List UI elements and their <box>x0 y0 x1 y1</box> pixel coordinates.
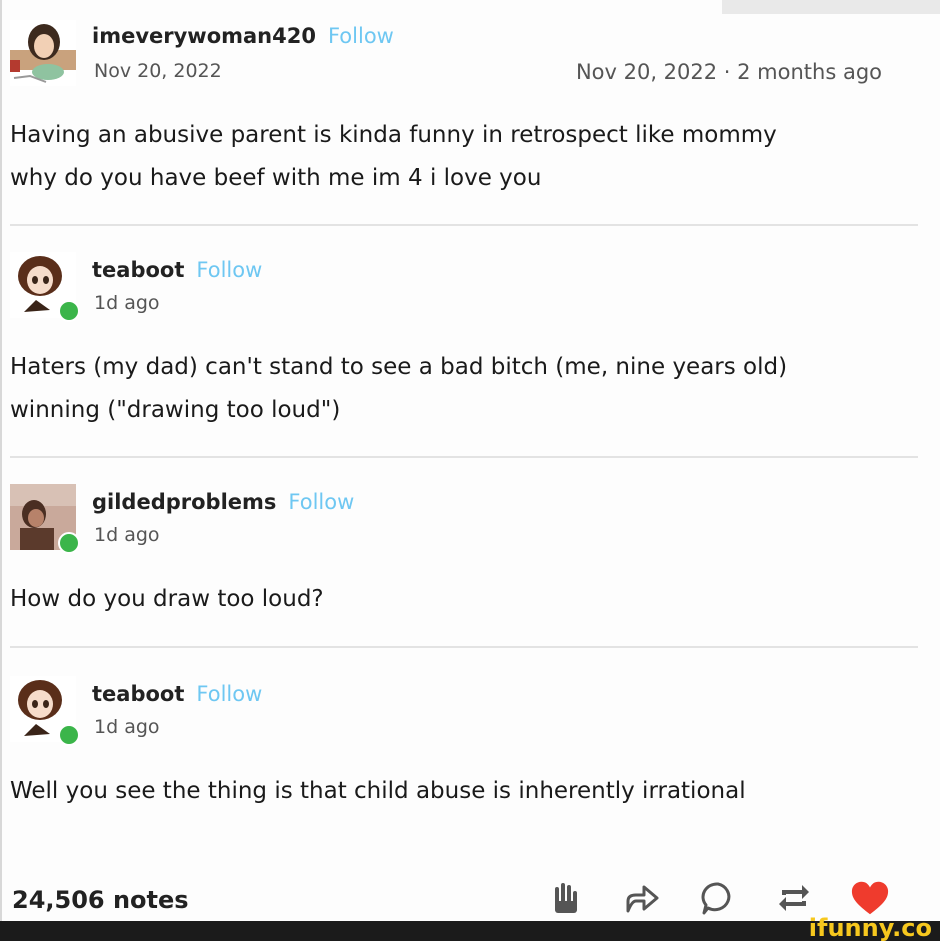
post-body: Well you see the thing is that child abu… <box>8 770 920 813</box>
follow-button[interactable]: Follow <box>196 682 262 706</box>
author-row: imeverywoman420 Follow Nov 20, 2022 Nov 2… <box>8 20 920 100</box>
post-date-right: Nov 20, 2022 · 2 months ago <box>575 60 882 84</box>
username-text[interactable]: teaboot <box>92 258 184 282</box>
online-badge-icon <box>58 300 80 322</box>
post-text-line: Having an abusive parent is kinda funny … <box>10 122 777 148</box>
post-text-line: Haters (my dad) can't stand to see a bad… <box>10 354 788 380</box>
post-body: How do you draw too loud? <box>8 578 920 621</box>
post-text-line: winning ("drawing too loud") <box>10 397 341 423</box>
post-text-line: How do you draw too loud? <box>10 586 324 612</box>
post-text-line: why do you have beef with me im 4 i love… <box>10 165 542 191</box>
avatar-imeverywoman420[interactable] <box>10 20 76 86</box>
watermark-bar <box>0 921 940 941</box>
post-original: imeverywoman420 Follow Nov 20, 2022 Nov 2… <box>8 20 920 200</box>
avatar-gildedproblems[interactable] <box>10 484 80 554</box>
hand-icon[interactable] <box>546 878 586 918</box>
post-text-line: Well you see the thing is that child abu… <box>10 778 746 804</box>
username-text[interactable]: gildedproblems <box>92 490 276 514</box>
share-icon[interactable] <box>622 878 662 918</box>
post-page: imeverywoman420 Follow Nov 20, 2022 Nov 2… <box>0 0 940 921</box>
divider <box>10 456 918 458</box>
author-row: gildedproblems Follow 1d ago <box>8 484 920 564</box>
avatar-teaboot[interactable] <box>10 252 80 322</box>
post-date: 1d ago <box>94 524 160 546</box>
divider <box>10 646 918 648</box>
follow-button[interactable]: Follow <box>196 258 262 282</box>
post-reply: teaboot Follow 1d ago Haters (my dad) can… <box>8 252 920 432</box>
author-row: teaboot Follow 1d ago <box>8 252 920 332</box>
post-date: 1d ago <box>94 292 160 314</box>
follow-button[interactable]: Follow <box>328 24 394 48</box>
online-badge-icon <box>58 532 80 554</box>
heart-icon[interactable] <box>850 878 890 918</box>
ifunny-watermark: ifunny.co <box>808 914 932 942</box>
follow-button[interactable]: Follow <box>288 490 354 514</box>
username[interactable]: gildedproblems Follow <box>92 490 354 514</box>
post-footer: 24,506 notes <box>10 872 920 922</box>
author-row: teaboot Follow 1d ago <box>8 676 920 756</box>
username[interactable]: teaboot Follow <box>92 258 262 282</box>
top-strip <box>722 0 940 14</box>
reblog-icon[interactable] <box>774 878 814 918</box>
username-text[interactable]: teaboot <box>92 682 184 706</box>
post-date: 1d ago <box>94 716 160 738</box>
post-reply: teaboot Follow 1d ago Well you see the th… <box>8 676 920 813</box>
divider <box>10 224 918 226</box>
post-date: Nov 20, 2022 <box>94 60 222 82</box>
avatar-teaboot[interactable] <box>10 676 80 746</box>
username-text[interactable]: imeverywoman420 <box>92 24 316 48</box>
post-body: Having an abusive parent is kinda funny … <box>8 114 920 200</box>
notes-count[interactable]: 24,506 notes <box>12 886 189 914</box>
username[interactable]: imeverywoman420 Follow <box>92 24 394 48</box>
online-badge-icon <box>58 724 80 746</box>
reply-icon[interactable] <box>698 878 738 918</box>
post-body: Haters (my dad) can't stand to see a bad… <box>8 346 920 432</box>
post-actions <box>546 878 890 918</box>
post-reply: gildedproblems Follow 1d ago How do you d… <box>8 484 920 621</box>
username[interactable]: teaboot Follow <box>92 682 262 706</box>
